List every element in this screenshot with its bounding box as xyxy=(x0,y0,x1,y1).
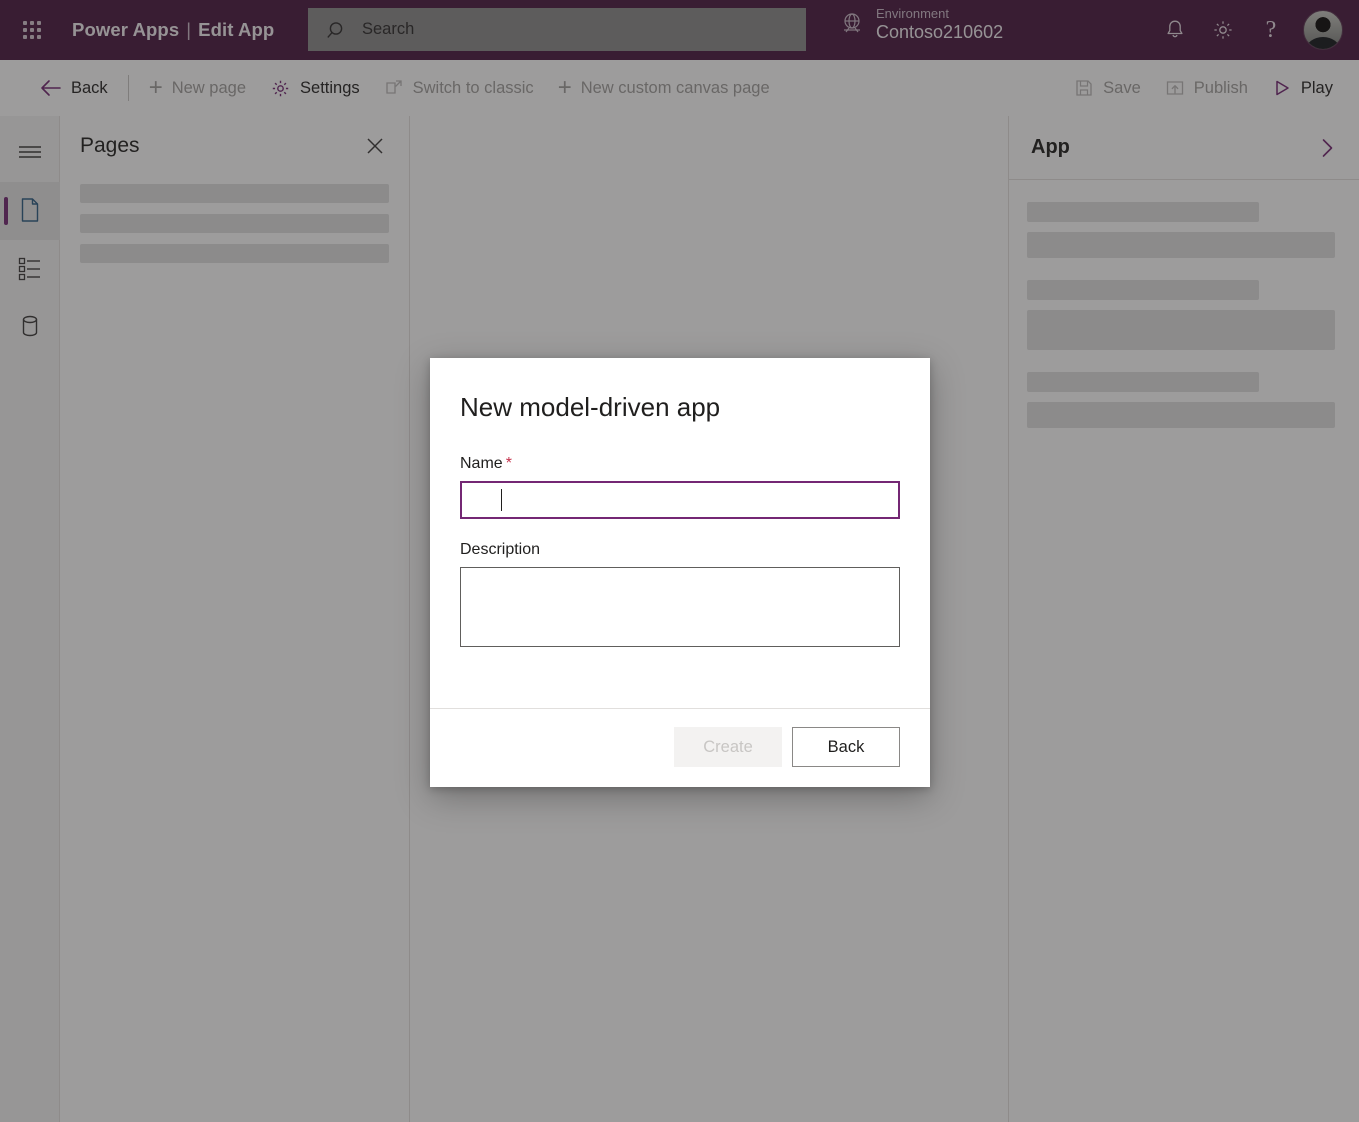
dialog-title: New model-driven app xyxy=(460,392,900,423)
description-input[interactable] xyxy=(460,567,900,647)
name-label-text: Name xyxy=(460,455,503,472)
power-apps-editor: Power Apps|Edit App Search xyxy=(0,0,1359,1122)
description-field-label: Description xyxy=(460,541,900,559)
dialog-body: New model-driven app Name* Description xyxy=(430,358,930,708)
text-caret xyxy=(501,489,502,511)
description-field-group: Description xyxy=(460,541,900,652)
new-model-driven-app-dialog: New model-driven app Name* Description C… xyxy=(430,358,930,787)
back-dialog-button[interactable]: Back xyxy=(792,727,900,767)
create-button[interactable]: Create xyxy=(674,727,782,767)
dialog-footer: Create Back xyxy=(430,708,930,787)
name-input-wrap xyxy=(460,481,900,519)
name-field-label: Name* xyxy=(460,455,900,473)
name-field-group: Name* xyxy=(460,455,900,519)
required-marker: * xyxy=(506,455,512,472)
name-input[interactable] xyxy=(460,481,900,519)
